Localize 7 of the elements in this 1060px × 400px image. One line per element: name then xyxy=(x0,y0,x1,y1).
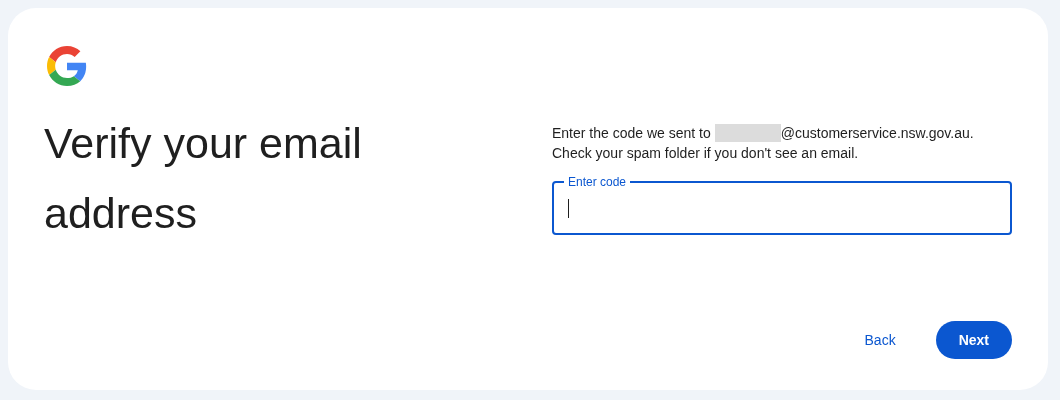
next-button[interactable]: Next xyxy=(935,321,1012,359)
g-logo xyxy=(47,46,87,86)
email-domain: @customerservice.nsw.gov.au. xyxy=(780,124,974,143)
hint-text: Check your spam folder if you don't see an email. xyxy=(552,144,860,163)
back-button[interactable]: Back xyxy=(848,321,912,359)
instruction-text: Enter the code we sent to xyxy=(552,124,711,143)
page-title: Verify your email address xyxy=(44,118,363,239)
